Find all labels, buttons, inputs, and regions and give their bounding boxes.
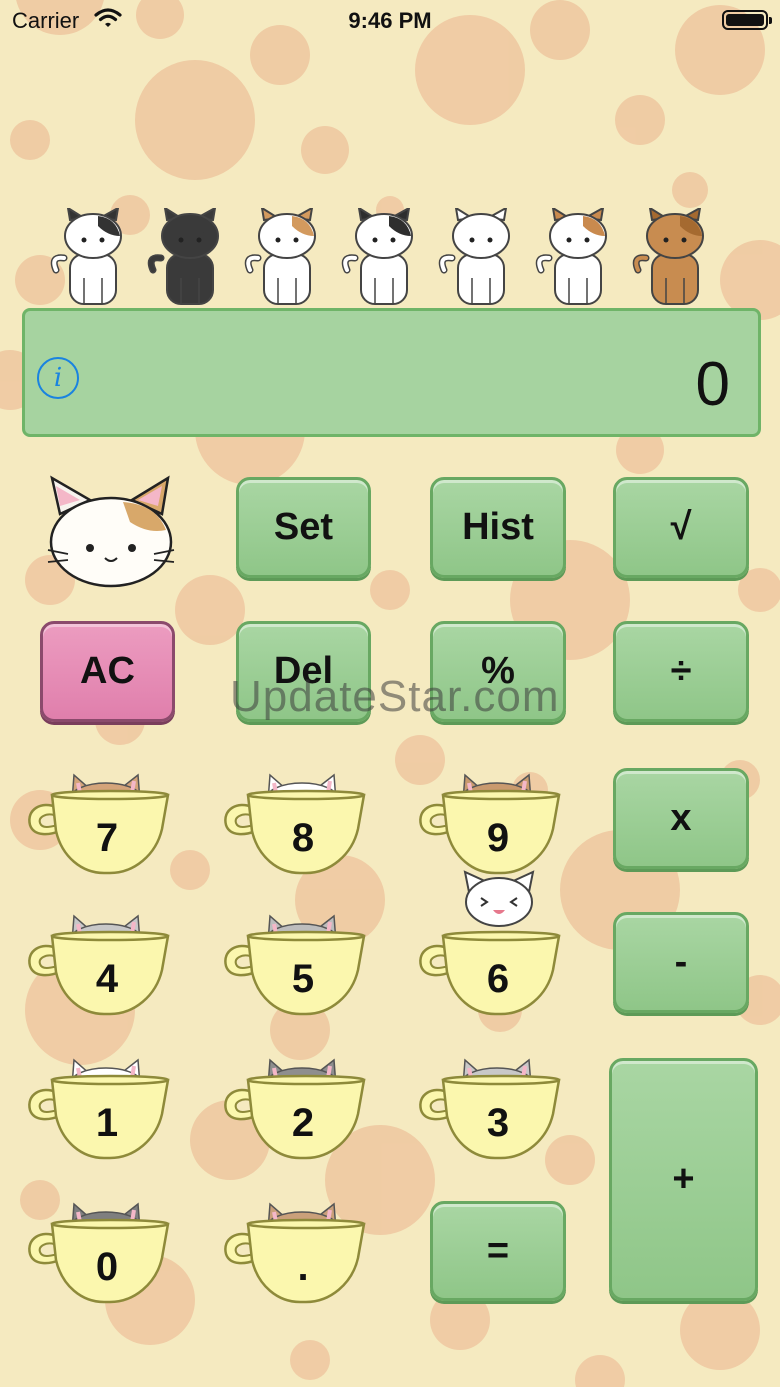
sqrt-button[interactable]: √: [613, 477, 749, 578]
digit-4-label: 4: [95, 956, 119, 1001]
status-time: 9:46 PM: [348, 8, 432, 33]
minus-button[interactable]: -: [613, 912, 749, 1013]
calculator-display: i 0: [22, 308, 761, 437]
digit-2-button[interactable]: 2: [220, 1058, 370, 1178]
digit-6-button[interactable]: 6: [415, 914, 565, 1034]
digit-9-label: 9: [486, 815, 510, 860]
digit-6-label: 6: [486, 956, 510, 1001]
digit-1-label: 1: [95, 1100, 119, 1145]
cat-mascot-icon: [47, 475, 175, 588]
decimal-point-label: .: [297, 1244, 309, 1289]
display-value: 0: [695, 350, 730, 419]
decimal-point-button[interactable]: .: [220, 1202, 370, 1322]
equals-button[interactable]: =: [430, 1201, 566, 1301]
digit-3-button[interactable]: 3: [415, 1058, 565, 1178]
all-clear-button[interactable]: AC: [40, 621, 175, 722]
sitting-cat-icon: [632, 208, 704, 305]
plus-button[interactable]: +: [609, 1058, 758, 1301]
cat-row: [50, 208, 730, 308]
battery-icon: [722, 10, 772, 30]
info-icon[interactable]: i: [37, 357, 79, 399]
sitting-cat-icon: [535, 208, 607, 305]
status-bar: Carrier 9:46 PM: [0, 0, 780, 40]
digit-8-button[interactable]: 8: [220, 773, 370, 893]
digit-7-label: 7: [95, 815, 119, 860]
divide-button[interactable]: ÷: [613, 621, 749, 722]
watermark: UpdateStar.com: [230, 672, 560, 721]
sitting-cat-icon: [244, 208, 316, 305]
set-button[interactable]: Set: [236, 477, 371, 578]
multiply-button[interactable]: x: [613, 768, 749, 869]
digit-2-label: 2: [291, 1100, 315, 1145]
hist-button[interactable]: Hist: [430, 477, 566, 578]
sitting-cat-icon: [438, 208, 510, 305]
sitting-cat-icon: [147, 208, 219, 305]
digit-0-button[interactable]: 0: [24, 1202, 174, 1322]
digit-1-button[interactable]: 1: [24, 1058, 174, 1178]
digit-0-label: 0: [95, 1244, 119, 1289]
peeking-cat-icon: [463, 870, 535, 927]
sitting-cat-icon: [341, 208, 413, 305]
sitting-cat-icon: [50, 208, 122, 305]
digit-7-button[interactable]: 7: [24, 773, 174, 893]
digit-3-label: 3: [486, 1100, 510, 1145]
digit-4-button[interactable]: 4: [24, 914, 174, 1034]
digit-5-label: 5: [291, 956, 315, 1001]
digit-5-button[interactable]: 5: [220, 914, 370, 1034]
digit-8-label: 8: [291, 815, 315, 860]
